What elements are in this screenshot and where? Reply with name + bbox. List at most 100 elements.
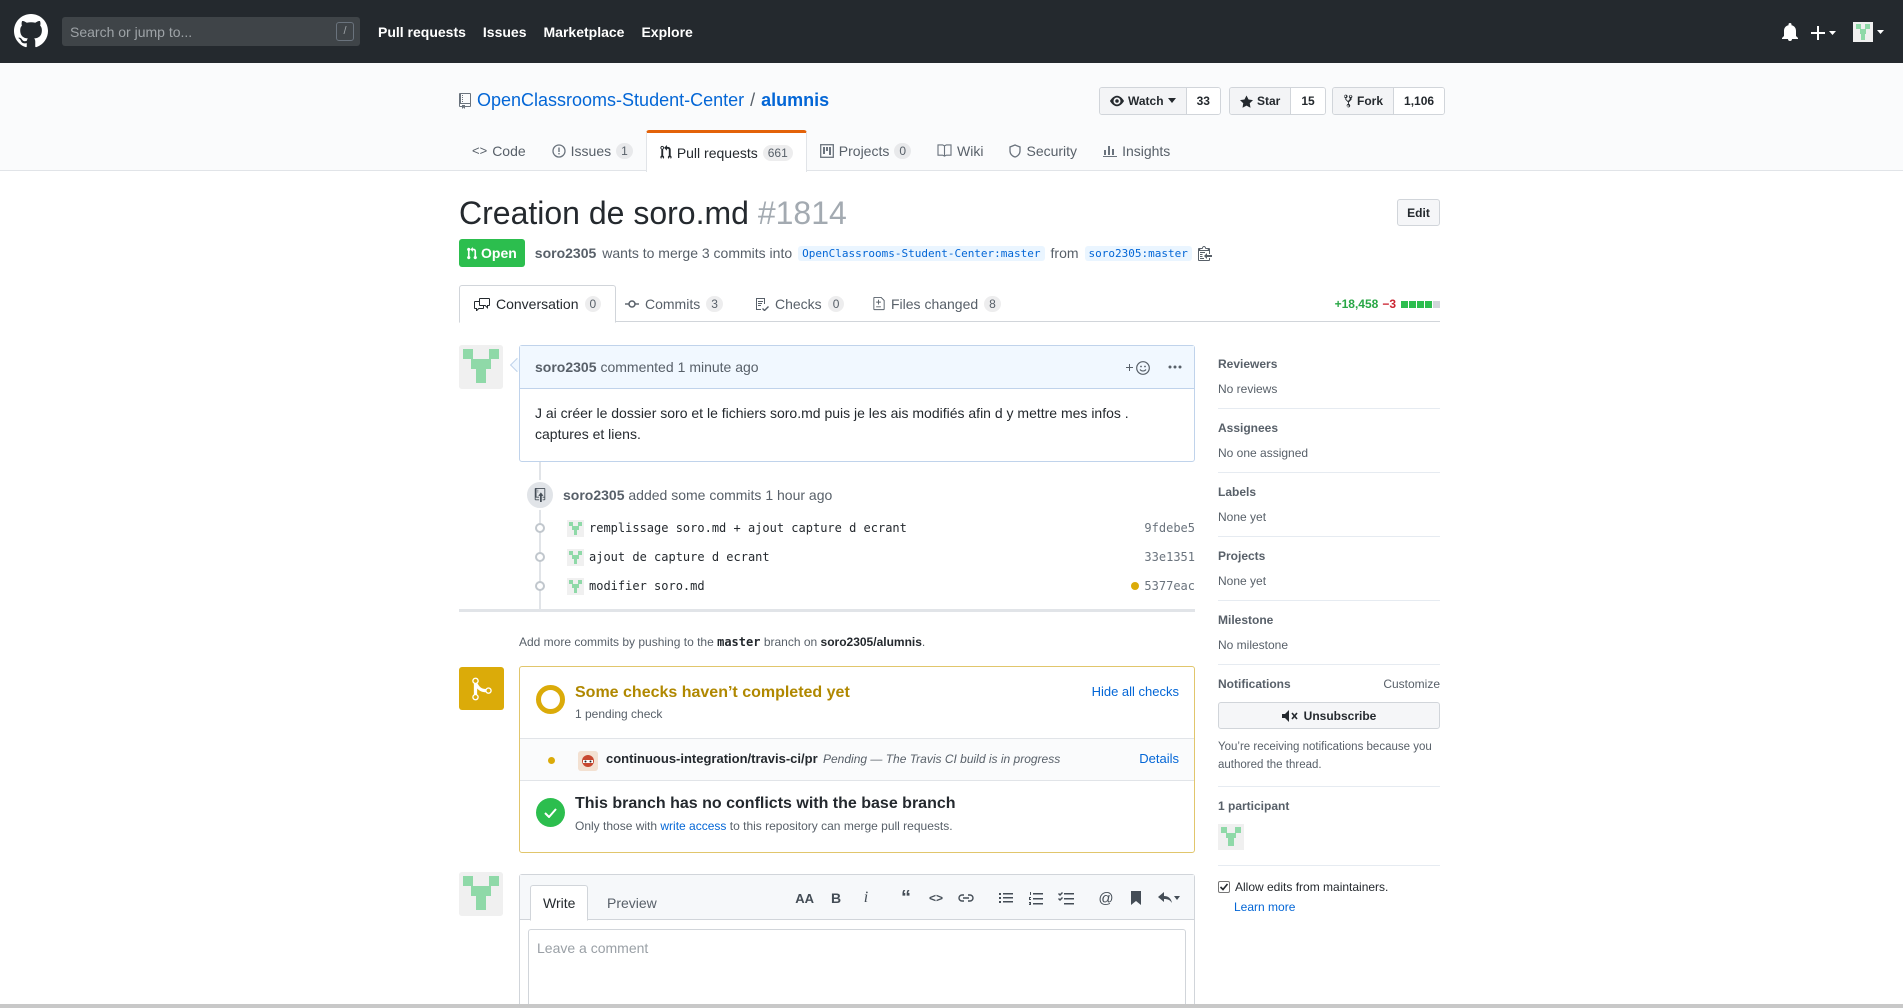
preview-tab[interactable]: Preview [595,885,669,921]
search-input[interactable] [62,17,360,46]
commit-message[interactable]: modifier soro.md [589,579,705,593]
write-access-link[interactable]: write access [660,819,726,833]
tab-code[interactable]: <> Code [459,130,539,171]
code-icon[interactable]: <> [928,889,944,907]
repo-name-link[interactable]: alumnis [761,90,829,111]
commit-message[interactable]: remplissage soro.md + ajout capture d ec… [589,521,907,535]
bookmark-icon[interactable] [1128,889,1144,907]
star-label: Star [1257,94,1281,108]
tab-label: Commits [645,295,701,312]
commit-author-avatar[interactable] [567,577,584,595]
sidebar-milestone[interactable]: Milestone No milestone [1218,601,1440,665]
edit-title-button[interactable]: Edit [1397,199,1440,226]
commit-sha[interactable]: 33e1351 [1144,550,1195,564]
github-logo-icon[interactable] [14,14,48,48]
nav-issues[interactable]: Issues [483,24,527,40]
commit-row: modifier soro.md 5377eac [530,574,1195,598]
comment-body: J ai créer le dossier soro et le fichier… [535,405,1129,442]
sidebar-value: None yet [1218,574,1267,588]
tab-pull-requests[interactable]: Pull requests 661 [645,130,807,172]
star-icon [1240,94,1253,108]
sidebar-allow-edits: Allow edits from maintainers. Learn more [1218,866,1440,926]
watch-count[interactable]: 33 [1186,88,1220,114]
tab-label: Code [492,142,526,159]
commit-status-pending-dot[interactable] [1131,582,1139,590]
star-button[interactable]: Star [1230,88,1292,114]
current-user-avatar[interactable] [459,872,503,916]
tab-commits[interactable]: Commits 3 [611,285,737,322]
commits-author-link[interactable]: soro2305 [563,487,624,503]
tab-insights[interactable]: Insights [1090,130,1183,171]
customize-notifications-link[interactable]: Customize [1383,677,1440,691]
git-commit-icon [625,299,639,308]
create-new-plus-icon[interactable] [1808,22,1838,44]
write-tab[interactable]: Write [530,885,589,921]
comment-timestamp[interactable]: 1 minute ago [678,359,759,375]
nav-explore[interactable]: Explore [641,24,692,40]
learn-more-link[interactable]: Learn more [1234,900,1440,914]
text-size-icon[interactable]: AA [795,889,814,907]
unsubscribe-button[interactable]: Unsubscribe [1218,702,1440,729]
add-reaction-icon[interactable] [1126,360,1152,376]
sidebar-reviewers[interactable]: Reviewers No reviews [1218,345,1440,409]
tab-conversation[interactable]: Conversation 0 [459,285,617,323]
horizontal-scrollbar[interactable] [0,1004,1903,1008]
allow-edits-checkbox[interactable] [1218,881,1230,893]
notifications-bell-icon[interactable] [1779,22,1801,44]
check-details-link[interactable]: Details [1139,751,1179,766]
comment-box: soro2305 commented 1 minute ago J ai cré… [519,345,1195,462]
shield-icon [1009,143,1022,158]
tab-counter: 0 [584,296,602,312]
star-count[interactable]: 15 [1291,88,1325,114]
user-avatar-menu[interactable] [1853,20,1887,44]
commit-row: remplissage soro.md + ajout capture d ec… [530,516,1195,540]
comment-action: commented [600,359,674,375]
add-more-commits-hint: Add more commits by pushing to the maste… [519,635,925,649]
watch-button[interactable]: Watch [1100,88,1187,114]
quote-icon[interactable]: “ [898,887,914,909]
commit-author-avatar[interactable] [567,548,584,566]
commit-message[interactable]: ajout de capture d ecrant [589,550,770,564]
tab-security[interactable]: Security [996,130,1090,171]
base-ref[interactable]: OpenClassrooms-Student-Center:master [798,245,1045,261]
sidebar-assignees[interactable]: Assignees No one assigned [1218,409,1440,473]
sidebar-labels[interactable]: Labels None yet [1218,473,1440,537]
tab-label: Issues [570,142,612,159]
repo-owner-link[interactable]: OpenClassrooms-Student-Center [477,90,744,111]
ordered-list-icon[interactable] [1028,889,1044,907]
tab-issues[interactable]: Issues 1 [539,130,646,171]
sidebar-projects[interactable]: Projects None yet [1218,537,1440,601]
commit-sha[interactable]: 9fdebe5 [1144,521,1195,535]
reply-icon[interactable] [1158,889,1180,907]
tab-wiki[interactable]: Wiki [924,130,996,171]
kebab-horizontal-icon[interactable] [1168,365,1182,369]
nav-pull-requests[interactable]: Pull requests [378,24,466,40]
link-icon[interactable] [958,889,974,907]
mention-icon[interactable]: @ [1098,889,1114,907]
task-list-icon[interactable] [1058,889,1074,907]
unsubscribe-label: Unsubscribe [1303,708,1377,723]
avatar[interactable] [459,345,503,389]
comment-author-link[interactable]: soro2305 [535,359,596,375]
hide-all-checks-link[interactable]: Hide all checks [1092,684,1179,699]
comment-textarea[interactable] [529,930,1185,1008]
clipboard-icon[interactable] [1197,245,1212,261]
pr-author-link[interactable]: soro2305 [535,245,596,261]
bold-icon[interactable]: B [828,889,844,907]
fork-count[interactable]: 1,106 [1394,88,1445,114]
italic-icon[interactable]: i [858,889,874,907]
tab-checks[interactable]: Checks 0 [741,285,858,322]
tab-projects[interactable]: Projects 0 [807,130,924,171]
search-box[interactable]: / [62,17,360,46]
commit-sha[interactable]: 5377eac [1144,579,1195,593]
unordered-list-icon[interactable] [998,889,1014,907]
head-ref[interactable]: soro2305:master [1084,245,1192,261]
tab-files-changed[interactable]: Files changed 8 [859,285,1015,322]
participant-avatar[interactable] [1218,824,1244,850]
nav-marketplace[interactable]: Marketplace [544,24,625,40]
allow-edits-checkbox-label[interactable]: Allow edits from maintainers. [1218,880,1440,894]
tab-label: Security [1026,142,1078,159]
no-conflicts-title: This branch has no conflicts with the ba… [575,795,956,812]
commit-author-avatar[interactable] [567,519,584,537]
fork-button[interactable]: Fork [1333,88,1395,114]
